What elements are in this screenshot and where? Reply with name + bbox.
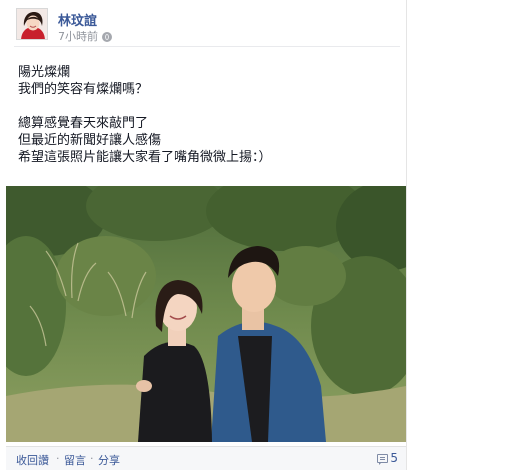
story-meta: 7小時前 bbox=[58, 28, 112, 44]
story-actions-bar: 收回讚 · 留言 · 分享 5 bbox=[6, 446, 406, 470]
story-message: 陽光燦爛 我們的笑容有燦爛嗎？ 總算感覺春天來敲門了 但最近的新聞好讓人感傷 希… bbox=[18, 64, 272, 166]
author-name-link[interactable]: 林玟誼 bbox=[58, 10, 97, 29]
comment-count-button[interactable]: 5 bbox=[377, 451, 398, 465]
globe-icon[interactable] bbox=[102, 32, 112, 42]
message-line: 陽光燦爛 bbox=[18, 65, 71, 80]
separator: · bbox=[56, 452, 60, 465]
unlike-link[interactable]: 收回讚 bbox=[16, 452, 49, 468]
comment-link[interactable]: 留言 bbox=[64, 452, 86, 468]
comment-count: 5 bbox=[390, 451, 398, 465]
timestamp-link[interactable]: 7小時前 bbox=[58, 30, 98, 43]
message-line: 希望這張照片能讓大家看了嘴角微微上揚：） bbox=[18, 150, 272, 165]
separator: · bbox=[90, 452, 94, 465]
header-divider bbox=[14, 46, 400, 47]
story-header: 林玟誼 7小時前 bbox=[16, 8, 406, 44]
message-line: 總算感覺春天來敲門了 bbox=[18, 116, 149, 131]
share-link[interactable]: 分享 bbox=[98, 452, 120, 468]
couple-photo bbox=[6, 186, 406, 442]
message-line: 但最近的新聞好讓人感傷 bbox=[18, 133, 162, 148]
feed-story: 林玟誼 7小時前 陽光燦爛 我們的笑容有燦爛嗎？ 總算感覺春天來敲門了 但最近的… bbox=[6, 0, 407, 470]
story-photo[interactable] bbox=[6, 186, 406, 442]
message-line: 我們的笑容有燦爛嗎？ bbox=[18, 82, 149, 97]
comment-bubble-icon bbox=[377, 454, 389, 465]
avatar-image bbox=[17, 9, 47, 39]
avatar[interactable] bbox=[16, 8, 48, 40]
